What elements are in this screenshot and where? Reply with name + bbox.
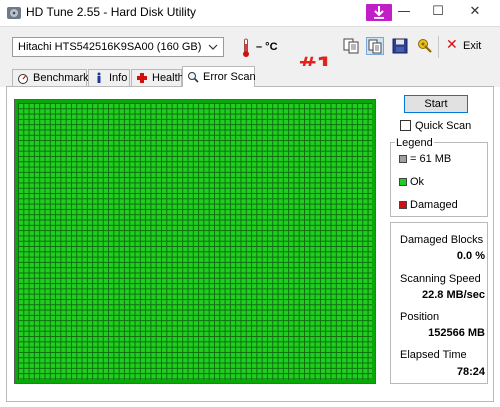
save-icon[interactable] xyxy=(391,37,409,55)
damaged-swatch xyxy=(399,201,407,209)
title-bar: HD Tune 2.55 - Hard Disk Utility — ☐ ✕ xyxy=(0,0,500,26)
temperature-readout: – °C xyxy=(256,41,278,53)
tab-label: Health xyxy=(152,72,184,84)
exit-label: Exit xyxy=(463,40,482,52)
quick-scan-label: Quick Scan xyxy=(415,120,472,132)
scanning-speed-label: Scanning Speed xyxy=(400,273,481,285)
benchmark-icon xyxy=(18,74,28,84)
tab-info[interactable]: Info xyxy=(88,69,130,86)
damaged-blocks-value: 0.0 % xyxy=(456,250,485,262)
tab-label: Error Scan xyxy=(203,71,256,83)
options-icon[interactable] xyxy=(416,37,434,55)
scan-blocks-ok xyxy=(18,103,372,380)
close-button[interactable]: ✕ xyxy=(458,0,492,24)
maximize-button[interactable]: ☐ xyxy=(421,0,455,24)
hdtune-app-icon xyxy=(7,7,21,19)
legend-label: Damaged xyxy=(410,199,458,211)
position-value: 152566 MB xyxy=(428,327,485,339)
minimize-button[interactable]: — xyxy=(387,0,421,24)
scanning-speed-value: 22.8 MB/sec xyxy=(422,289,485,301)
tab-benchmark[interactable]: Benchmark xyxy=(12,69,89,86)
quick-scan-box[interactable] xyxy=(400,120,411,131)
ok-swatch xyxy=(399,178,407,186)
toolbar-separator xyxy=(438,36,439,58)
tab-label: Benchmark xyxy=(33,72,89,84)
window-title: HD Tune 2.55 - Hard Disk Utility xyxy=(26,5,197,19)
chevron-down-icon xyxy=(208,44,218,50)
legend-title: Legend xyxy=(395,137,434,149)
exit-icon: ✕ xyxy=(446,37,458,53)
start-button[interactable]: Start xyxy=(404,95,468,113)
toolbar: Hitachi HTS542516K9SA00 (160 GB) – °C ✕ … xyxy=(0,26,500,67)
elapsed-time-value: 78:24 xyxy=(456,366,485,378)
error-scan-icon xyxy=(188,72,199,83)
elapsed-time-label: Elapsed Time xyxy=(400,349,467,361)
copy-all-icon[interactable] xyxy=(366,37,384,55)
legend-label: Ok xyxy=(410,176,425,188)
tab-error-scan[interactable]: Error Scan xyxy=(182,66,256,87)
position-label: Position xyxy=(400,311,440,323)
health-icon xyxy=(137,73,147,83)
tab-label: Info xyxy=(109,72,128,84)
copy-icon[interactable] xyxy=(342,37,360,55)
tab-health[interactable]: Health xyxy=(131,69,184,86)
block-size-swatch xyxy=(399,155,407,163)
drive-select[interactable]: Hitachi HTS542516K9SA00 (160 GB) xyxy=(12,37,224,57)
drive-select-value: Hitachi HTS542516K9SA00 (160 GB) xyxy=(18,41,202,53)
tab-bar: Benchmark Info Health Error Scan xyxy=(0,66,500,87)
damaged-blocks-label: Damaged Blocks xyxy=(400,234,484,246)
thermometer-icon xyxy=(243,38,249,57)
legend-label: = 61 MB xyxy=(410,153,452,165)
info-icon xyxy=(97,72,101,83)
scan-block-grid xyxy=(14,99,376,384)
